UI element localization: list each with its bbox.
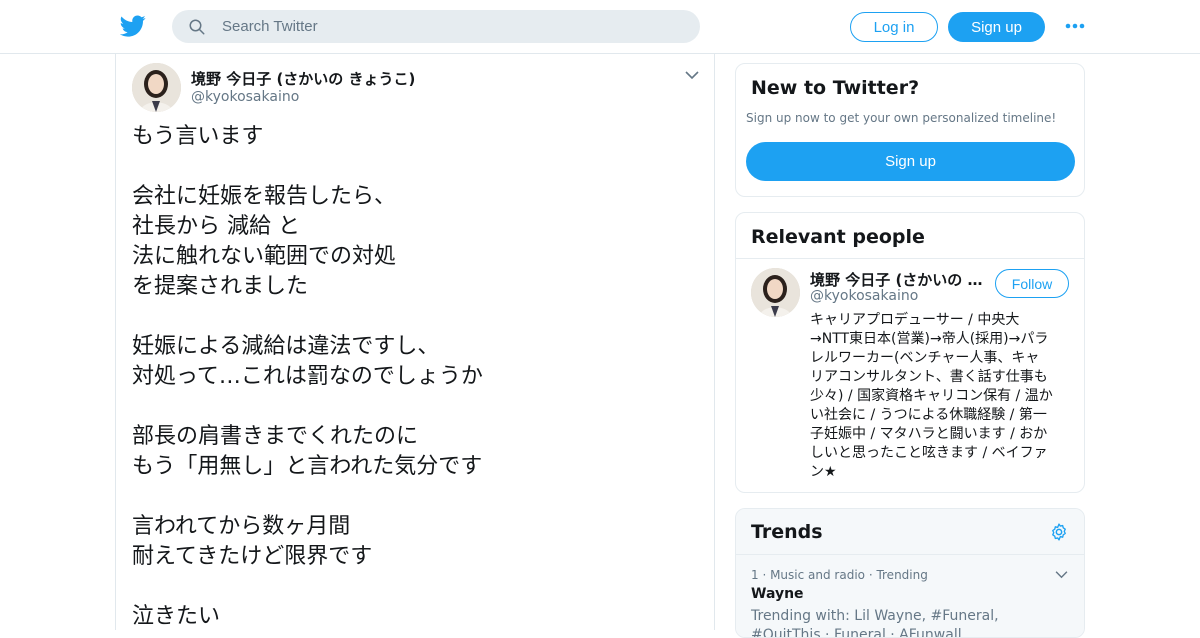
new-to-twitter-card: New to Twitter? Sign up now to get your … [735, 63, 1085, 197]
tweet-text-line: 部長の肩書きまでくれたのに [132, 424, 419, 449]
tweet-text-line: もう「用無し」と言われた気分です [132, 454, 483, 479]
trend-related-more: #QuitThis · Funeral · AFunwall [751, 627, 962, 638]
author-handle[interactable]: @kyokosakaino [191, 89, 299, 105]
card-title: Trends [751, 521, 823, 543]
tweet-text-line: 耐えてきたけど限界です [132, 544, 373, 569]
bio-line: しいと思ったこと呟きます / ベイファ [810, 445, 1048, 461]
bio-line: レルワーカー(ベンチャー人事、キャ [810, 350, 1040, 366]
search-bar [172, 10, 700, 43]
author-name[interactable]: 境野 今日子 (さかいの きょうこ) [191, 68, 415, 89]
bio-line: ン★ [810, 464, 837, 480]
profile-photo-icon [751, 268, 800, 317]
tweet-text-line [132, 572, 692, 602]
bio-line: 少々) / 国家資格キャリコン保有 / 温か [810, 388, 1053, 404]
follow-button[interactable]: Follow [995, 269, 1069, 298]
top-navigation-bar: Log in Sign up [0, 0, 1200, 54]
card-title: New to Twitter? [751, 77, 920, 99]
profile-photo-icon [132, 63, 181, 112]
tweet-text-line [132, 152, 692, 182]
tweet-text-line [132, 482, 692, 512]
tweet-detail: 境野 今日子 (さかいの きょうこ) @kyokosakaino もう言います会… [115, 54, 715, 630]
tweet-text-line: 言われてから数ヶ月間 [132, 514, 351, 539]
tweet-text-line: 対処って…これは罰なのでしょうか [132, 364, 483, 389]
avatar[interactable] [132, 63, 181, 112]
tweet-text-line [132, 392, 692, 422]
person-bio: キャリアプロデューサー / 中央大 →NTT東日本(営業)→帝人(採用)→パラ レル… [810, 311, 1074, 482]
twitter-bird-icon[interactable] [120, 13, 146, 39]
card-subtitle: Sign up now to get your own personalized… [746, 111, 1057, 125]
tweet-text-line: 妊娠による減給は違法ですし、 [132, 334, 440, 359]
card-title: Relevant people [751, 226, 925, 248]
search-input[interactable] [222, 10, 682, 43]
relevant-people-card: Relevant people 境野 今日子 (さかいの … @kyokosak… [735, 212, 1085, 493]
trend-item[interactable]: 1 · Music and radio · Trending Wayne Tre… [736, 556, 1084, 638]
chevron-down-icon[interactable] [685, 70, 699, 80]
divider [736, 258, 1084, 259]
tweet-text-line: もう言います [132, 124, 264, 149]
signup-button[interactable]: Sign up [948, 12, 1045, 42]
tweet-text-line: 会社に妊娠を報告したら、 [132, 184, 397, 209]
gear-icon[interactable] [1049, 522, 1069, 542]
tweet-text-line: を提案されました [132, 274, 309, 299]
bio-line: い社会に / うつによる休職経験 / 第一 [810, 407, 1047, 423]
tweet-text-line [132, 302, 692, 332]
search-icon [189, 19, 205, 35]
trend-meta: 1 · Music and radio · Trending [751, 568, 928, 582]
tweet-text-line: 泣きたい [132, 604, 221, 629]
login-button[interactable]: Log in [850, 12, 938, 42]
signup-cta-button[interactable]: Sign up [746, 142, 1075, 181]
bio-line: 子妊娠中 / マタハラと闘います / おか [810, 426, 1048, 442]
person-handle[interactable]: @kyokosakaino [810, 288, 918, 304]
more-dots-icon[interactable] [1064, 17, 1086, 35]
trend-related: Trending with: Lil Wayne, #Funeral, [751, 608, 999, 624]
trends-header: Trends [736, 509, 1084, 555]
bio-line: →NTT東日本(営業)→帝人(採用)→パラ [810, 331, 1049, 347]
trends-card: Trends 1 · Music and radio · Trending Wa… [735, 508, 1085, 638]
bio-line: キャリアプロデューサー / 中央大 [810, 312, 1020, 328]
chevron-down-icon[interactable] [1055, 570, 1068, 579]
trend-name[interactable]: Wayne [751, 586, 804, 602]
tweet-text-line: 社長から 減給 と [132, 214, 300, 239]
tweet-text: もう言います会社に妊娠を報告したら、 社長から 減給 と法に触れない範囲での対処を… [132, 122, 692, 632]
tweet-text-line: 法に触れない範囲での対処 [132, 244, 397, 269]
person-name[interactable]: 境野 今日子 (さかいの … [810, 269, 990, 290]
bio-line: リアコンサルタント、書く話す仕事も [810, 369, 1048, 385]
avatar[interactable] [751, 268, 800, 317]
